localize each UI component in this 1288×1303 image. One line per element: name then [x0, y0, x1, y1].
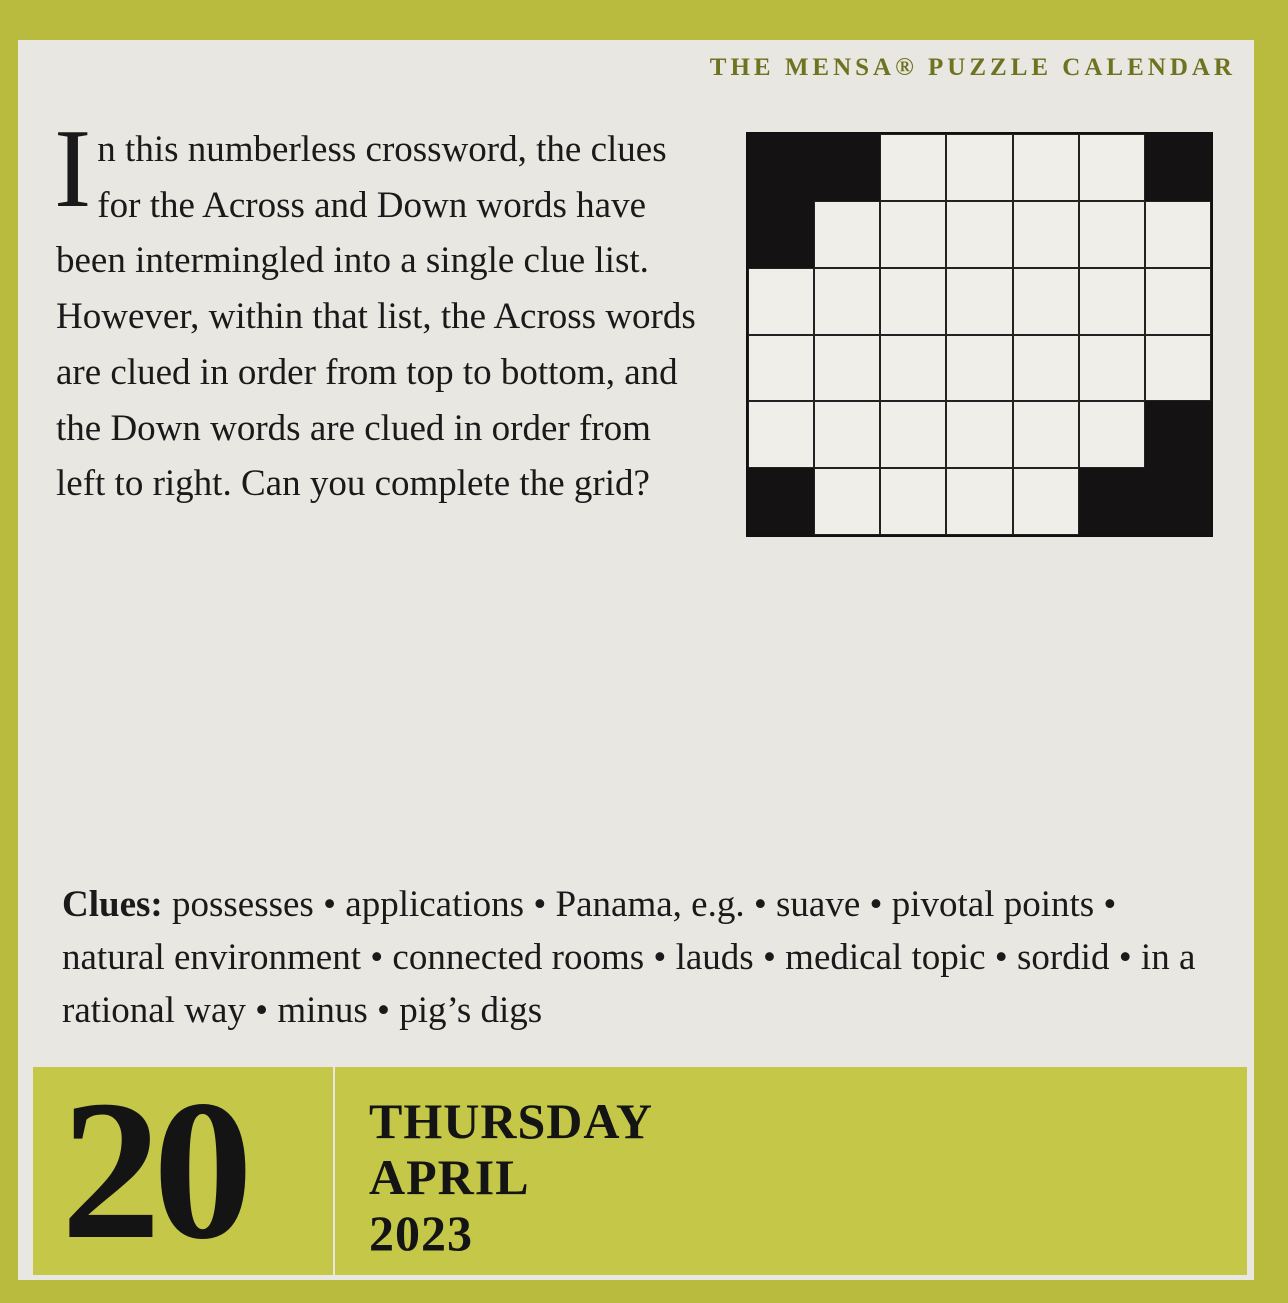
month: APRIL — [369, 1149, 530, 1205]
grid-cell-white[interactable] — [814, 200, 881, 268]
grid-cell-white[interactable] — [1012, 334, 1079, 402]
calendar-page: THE MENSA® PUZZLE CALENDAR In this numbe… — [18, 40, 1254, 1280]
grid-cell-white[interactable] — [880, 267, 947, 335]
clues-label: Clues: — [62, 884, 163, 925]
day-number: 20 — [61, 1060, 253, 1281]
date-info: THURSDAY APRIL 2023 — [369, 1093, 653, 1261]
drop-cap: I — [54, 107, 92, 231]
grid-cell-black — [748, 468, 815, 535]
grid-cell-white[interactable] — [880, 200, 947, 268]
grid-cell-white[interactable] — [814, 267, 881, 335]
grid-cell-white[interactable] — [748, 267, 815, 335]
grid-cell-white[interactable] — [946, 468, 1013, 535]
grid-cell-white[interactable] — [1144, 267, 1211, 335]
grid-cell-white[interactable] — [1012, 267, 1079, 335]
grid-cell-white[interactable] — [1078, 134, 1145, 201]
grid-cell-white[interactable] — [1078, 401, 1145, 469]
instructions-text: n this numberless crossword, the clues f… — [56, 129, 696, 505]
grid-cell-white[interactable] — [880, 401, 947, 469]
date-divider — [333, 1067, 335, 1275]
grid-cell-white[interactable] — [814, 468, 881, 535]
grid-cell-white[interactable] — [880, 468, 947, 535]
clues-text: possesses • applications • Panama, e.g. … — [62, 884, 1196, 1031]
grid-cell-white[interactable] — [880, 334, 947, 402]
grid-cell-black — [1144, 134, 1211, 201]
grid-cell-black — [1144, 468, 1211, 535]
grid-cell-black — [748, 134, 815, 201]
grid-cell-white[interactable] — [880, 134, 947, 201]
grid-cell-black — [748, 200, 815, 268]
grid-cell-white[interactable] — [1078, 334, 1145, 402]
grid-cell-white[interactable] — [1144, 200, 1211, 268]
weekday: THURSDAY — [369, 1093, 654, 1149]
clue-list: Clues: possesses • applications • Panama… — [62, 878, 1222, 1037]
crossword-grid — [746, 132, 1213, 537]
grid-cell-white[interactable] — [946, 200, 1013, 268]
grid-cell-black — [814, 134, 881, 201]
grid-cell-black — [1144, 401, 1211, 469]
grid-cell-white[interactable] — [946, 334, 1013, 402]
grid-cell-white[interactable] — [1012, 468, 1079, 535]
grid-cell-white[interactable] — [748, 334, 815, 402]
grid-cell-white[interactable] — [946, 134, 1013, 201]
grid-cell-white[interactable] — [1078, 200, 1145, 268]
grid-cell-white[interactable] — [748, 401, 815, 469]
grid-cell-white[interactable] — [1012, 401, 1079, 469]
grid-cell-white[interactable] — [1012, 200, 1079, 268]
grid-cell-black — [1078, 468, 1145, 535]
grid-cell-white[interactable] — [1078, 267, 1145, 335]
brand-title: THE MENSA® PUZZLE CALENDAR — [709, 54, 1236, 81]
year: 2023 — [369, 1205, 473, 1261]
grid-cell-white[interactable] — [946, 267, 1013, 335]
grid-cell-white[interactable] — [1012, 134, 1079, 201]
grid-cell-white[interactable] — [946, 401, 1013, 469]
grid-cell-white[interactable] — [1144, 334, 1211, 402]
grid-cell-white[interactable] — [814, 401, 881, 469]
date-bar: 20 THURSDAY APRIL 2023 — [32, 1066, 1248, 1276]
grid-cell-white[interactable] — [814, 334, 881, 402]
puzzle-instructions: In this numberless crossword, the clues … — [54, 107, 706, 512]
